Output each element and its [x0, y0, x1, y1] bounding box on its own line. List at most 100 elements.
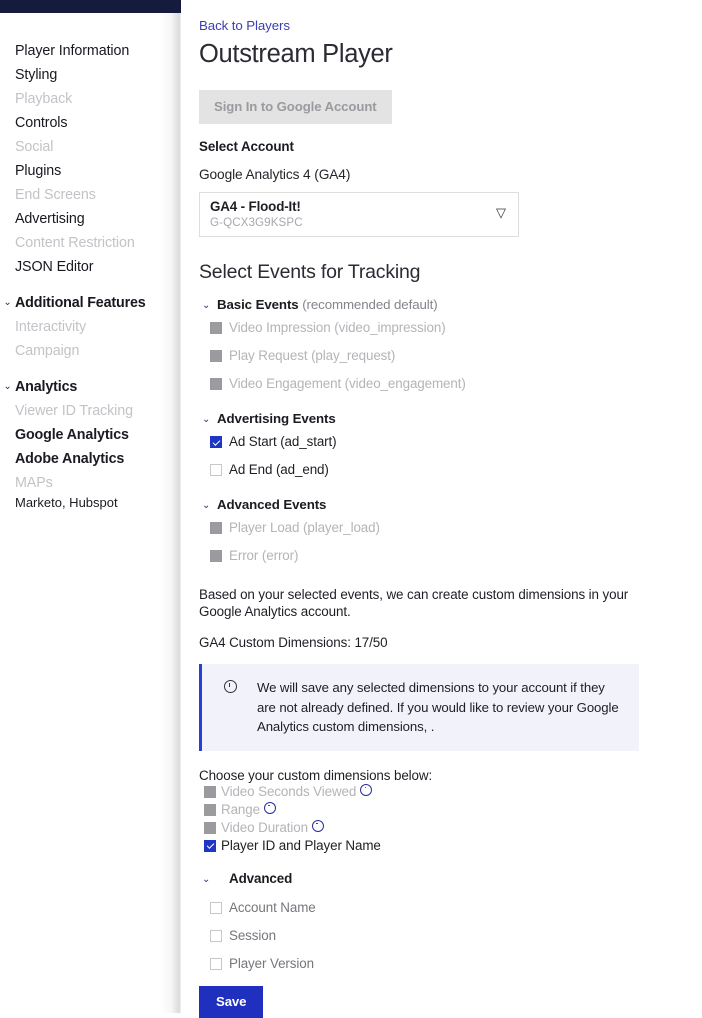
select-account-label: Select Account	[199, 139, 294, 154]
sidebar-maps-subcaption: Marketo, Hubspot	[15, 495, 118, 510]
dimension-row-player-version[interactable]: Player Version	[199, 950, 702, 978]
sidebar-item-viewer-id-tracking[interactable]: Viewer ID Tracking	[0, 399, 160, 423]
info-icon[interactable]	[263, 801, 276, 814]
checkbox-icon[interactable]	[204, 785, 216, 798]
info-icon[interactable]	[360, 783, 373, 796]
checkbox-icon[interactable]	[204, 839, 216, 852]
checkbox-icon[interactable]	[204, 821, 216, 834]
dimension-row-session[interactable]: Session	[199, 922, 702, 950]
ga4-field-label: Google Analytics 4 (GA4)	[199, 167, 351, 182]
dimension-group-label: Advanced	[229, 870, 293, 886]
main-content: Back to Players Outstream Player Sign In…	[181, 0, 702, 1018]
chevron-down-icon: ⌄	[3, 297, 12, 308]
select-events-heading: Select Events for Tracking	[199, 261, 421, 283]
event-group-name: Advertising Events	[217, 411, 336, 426]
dimension-row-account-name[interactable]: Account Name	[199, 894, 702, 922]
checkbox-label: Play Request (play_request)	[229, 348, 396, 363]
checkbox-icon[interactable]	[210, 436, 222, 448]
event-group-basic-events[interactable]: ⌄ Basic Events (recommended default)	[199, 297, 702, 314]
account-select-dropdown[interactable]: GA4 - Flood-It! G-QCX3G9KSPC ▽	[199, 192, 519, 237]
sidebar-item-end-screens[interactable]: End Screens	[0, 183, 160, 207]
checkbox-icon[interactable]	[210, 901, 222, 914]
sidebar-group-label: Additional Features	[15, 295, 146, 311]
checkbox-label: Video Impression (video_impression)	[229, 320, 446, 335]
sidebar-group-label: Analytics	[15, 379, 78, 395]
dimension-label: Video Duration	[221, 819, 308, 835]
chevron-down-icon: ⌄	[202, 873, 211, 885]
sidebar-item-maps[interactable]: MAPs	[0, 471, 160, 495]
checkbox-row-video-engagement[interactable]: Video Engagement (video_engagement)	[199, 370, 702, 398]
event-group-name: Basic Events	[217, 297, 299, 312]
dimension-label: Account Name	[229, 899, 316, 915]
dimension-label: Range	[221, 801, 260, 817]
checkbox-icon[interactable]	[210, 350, 222, 362]
chevron-down-icon: ⌄	[202, 300, 211, 311]
dimension-row-player-id-and-player-name[interactable]: Player ID and Player Name	[199, 837, 702, 855]
event-group-note: (recommended default)	[298, 297, 438, 312]
checkbox-icon[interactable]	[210, 322, 222, 334]
checkbox-row-ad-end[interactable]: Ad End (ad_end)	[199, 456, 702, 484]
chevron-down-icon: ▽	[496, 205, 506, 220]
checkbox-icon[interactable]	[210, 522, 222, 534]
sidebar-item-plugins[interactable]: Plugins	[0, 159, 160, 183]
checkbox-row-player-load[interactable]: Player Load (player_load)	[199, 514, 702, 542]
checkbox-row-ad-start[interactable]: Ad Start (ad_start)	[199, 428, 702, 456]
dimensions-intro-text: Based on your selected events, we can cr…	[199, 587, 629, 619]
checkbox-icon[interactable]	[210, 378, 222, 390]
checkbox-label: Ad Start (ad_start)	[229, 434, 337, 449]
checkbox-label: Ad End (ad_end)	[229, 462, 329, 477]
dimension-row-range[interactable]: Range	[199, 801, 702, 819]
checkbox-icon[interactable]	[204, 803, 216, 816]
dimension-row-video-seconds-viewed[interactable]: Video Seconds Viewed	[199, 783, 702, 801]
checkbox-icon[interactable]	[210, 464, 222, 476]
dimension-label: Session	[229, 927, 276, 943]
checkbox-row-error[interactable]: Error (error)	[199, 542, 702, 570]
chevron-down-icon: ⌄	[3, 381, 12, 392]
event-group-advanced-events[interactable]: ⌄ Advanced Events	[199, 497, 702, 514]
notice-text: We will save any selected dimensions to …	[257, 680, 619, 734]
checkbox-label: Error (error)	[229, 548, 299, 563]
sidebar-nav: Player Information Styling Playback Cont…	[0, 13, 160, 513]
sign-in-to-google-account-button[interactable]: Sign In to Google Account	[199, 90, 392, 124]
sidebar-item-advertising[interactable]: Advertising	[0, 207, 160, 231]
sidebar-item-interactivity[interactable]: Interactivity	[0, 315, 160, 339]
account-select-value: GA4 - Flood-It!	[210, 199, 301, 214]
dimension-row-video-duration[interactable]: Video Duration	[199, 819, 702, 837]
back-to-players-link[interactable]: Back to Players	[199, 18, 290, 33]
checkbox-label: Video Engagement (video_engagement)	[229, 376, 466, 391]
dimension-label: Player Version	[229, 955, 314, 971]
sidebar-item-campaign[interactable]: Campaign	[0, 339, 160, 363]
sidebar-item-json-editor[interactable]: JSON Editor	[0, 255, 160, 279]
sidebar-item-adobe-analytics[interactable]: Adobe Analytics	[0, 447, 160, 471]
sidebar-item-player-information[interactable]: Player Information	[0, 39, 160, 63]
checkbox-row-play-request[interactable]: Play Request (play_request)	[199, 342, 702, 370]
chevron-down-icon: ⌄	[202, 500, 211, 511]
sidebar-item-styling[interactable]: Styling	[0, 63, 160, 87]
sidebar: Player Information Styling Playback Cont…	[0, 0, 181, 1013]
sidebar-item-content-restriction[interactable]: Content Restriction	[0, 231, 160, 255]
info-icon[interactable]	[311, 819, 324, 832]
sidebar-item-controls[interactable]: Controls	[0, 111, 160, 135]
sidebar-item-google-analytics[interactable]: Google Analytics	[0, 423, 160, 447]
event-group-name: Advanced Events	[217, 497, 327, 512]
account-measurement-id: G-QCX3G9KSPC	[210, 216, 303, 229]
chevron-down-icon: ⌄	[202, 414, 211, 425]
checkbox-icon[interactable]	[210, 929, 222, 942]
checkbox-row-video-impression[interactable]: Video Impression (video_impression)	[199, 314, 702, 342]
checkbox-icon[interactable]	[210, 957, 222, 970]
sidebar-group-analytics[interactable]: ⌄ Analytics	[0, 375, 160, 399]
dimension-group-advanced[interactable]: ⌄ Advanced	[199, 871, 702, 888]
sidebar-edge-shadow	[159, 13, 181, 1013]
sidebar-item-social[interactable]: Social	[0, 135, 160, 159]
checkbox-icon[interactable]	[210, 550, 222, 562]
event-group-advertising-events[interactable]: ⌄ Advertising Events	[199, 411, 702, 428]
page-title: Outstream Player	[199, 40, 393, 68]
app-topbar	[0, 0, 181, 13]
sidebar-item-playback[interactable]: Playback	[0, 87, 160, 111]
sidebar-group-additional-features[interactable]: ⌄ Additional Features	[0, 291, 160, 315]
notice-box: We will save any selected dimensions to …	[199, 664, 639, 751]
ga4-custom-dimensions-count: GA4 Custom Dimensions: 17/50	[199, 635, 388, 650]
choose-dimensions-label: Choose your custom dimensions below:	[199, 767, 433, 783]
checkbox-label: Player Load (player_load)	[229, 520, 380, 535]
dimension-label: Video Seconds Viewed	[221, 783, 357, 799]
